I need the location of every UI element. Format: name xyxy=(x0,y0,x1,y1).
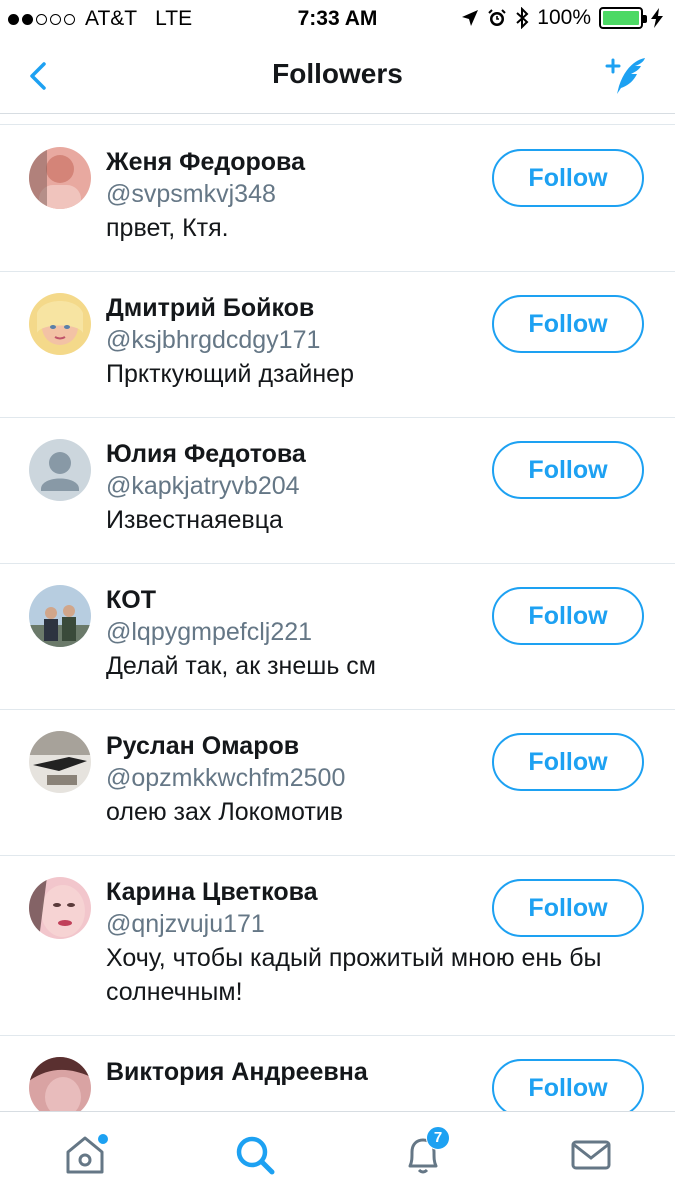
user-handle: @svpsmkvj348 xyxy=(106,180,276,208)
follow-button[interactable]: Follow xyxy=(492,441,644,499)
follow-button[interactable]: Follow xyxy=(492,149,644,207)
avatar[interactable] xyxy=(29,877,91,939)
status-bar: AT&T LTE 7:33 AM 100% xyxy=(0,0,675,38)
user-bio: првет, Ктя. xyxy=(106,214,229,242)
location-arrow-icon xyxy=(462,10,479,26)
avatar[interactable] xyxy=(29,293,91,355)
followers-list: Женя Федорова @svpsmkvj348 првет, Ктя. F… xyxy=(0,126,675,1119)
status-right: 100% xyxy=(461,6,663,30)
avatar[interactable] xyxy=(29,731,91,793)
user-name[interactable]: Женя Федорова xyxy=(106,146,485,178)
search-icon xyxy=(236,1136,275,1175)
list-item[interactable]: Виктория Андреевна Follow xyxy=(0,1036,675,1119)
user-name[interactable]: Виктория Андреевна xyxy=(106,1056,485,1088)
list-item[interactable]: КОТ @lqpygmpefclj221 Делай так, ак знешь… xyxy=(0,564,675,710)
default-avatar-icon[interactable] xyxy=(29,439,91,501)
divider xyxy=(0,124,675,125)
user-bio: олею зах Локомотив xyxy=(106,798,344,826)
compose-tweet-button[interactable] xyxy=(601,54,651,98)
user-bio: Прктку­ющий дзайнер xyxy=(106,360,354,388)
avatar[interactable] xyxy=(29,585,91,647)
follow-button[interactable]: Follow xyxy=(492,295,644,353)
list-item[interactable]: Руслан Омаров @opzmkkwchfm2500 олею зах … xyxy=(0,710,675,856)
user-name[interactable]: Юлия Федотова xyxy=(106,438,485,470)
mail-icon xyxy=(571,1140,611,1170)
avatar[interactable] xyxy=(29,1057,91,1119)
list-item[interactable]: Дмитрий Бойков @ksjbhrgdcdgy171 Прктку­ю… xyxy=(0,272,675,418)
battery-icon xyxy=(599,7,647,29)
user-bio: Делай так, ак знешь см xyxy=(106,652,376,680)
unread-dot xyxy=(98,1134,108,1144)
screen: AT&T LTE 7:33 AM 100% Followers Женя Фед… xyxy=(0,0,675,1200)
follow-button[interactable]: Follow xyxy=(492,587,644,645)
follow-button[interactable]: Follow xyxy=(492,879,644,937)
notification-badge: 7 xyxy=(426,1126,450,1150)
avatar[interactable] xyxy=(29,147,91,209)
compose-tweet-icon xyxy=(605,58,645,94)
user-name[interactable]: Руслан Омаров xyxy=(106,730,485,762)
follow-button[interactable]: Follow xyxy=(492,1059,644,1117)
user-handle: @lqpygmpefclj221 xyxy=(106,618,313,646)
list-item[interactable]: Карина Цветкова @qnjzvuju171 Хочу, чтобы… xyxy=(0,856,675,1036)
bluetooth-icon xyxy=(516,7,529,29)
tab-messages[interactable] xyxy=(566,1130,616,1180)
user-handle: @qnjzvuju171 xyxy=(106,910,265,938)
tab-search[interactable] xyxy=(230,1130,280,1180)
user-name[interactable]: КОТ xyxy=(106,584,485,616)
page-title: Followers xyxy=(272,58,403,89)
user-bio: Известнаяевца xyxy=(106,506,283,534)
alarm-icon xyxy=(488,9,506,26)
navigation-bar: Followers xyxy=(0,38,675,114)
user-handle: @opzmkkwchfm2500 xyxy=(106,764,346,792)
user-name[interactable]: Дмитрий Бойков xyxy=(106,292,485,324)
user-handle: @kapkjatryvb204 xyxy=(106,472,300,500)
user-name[interactable]: Карина Цветкова xyxy=(106,876,485,908)
user-handle: @ksjbhrgdcdgy171 xyxy=(106,326,321,354)
charging-bolt-icon xyxy=(651,8,663,28)
list-item[interactable]: Женя Федорова @svpsmkvj348 првет, Ктя. F… xyxy=(0,126,675,272)
follow-button[interactable]: Follow xyxy=(492,733,644,791)
tab-home[interactable] xyxy=(60,1130,110,1180)
tab-notifications[interactable]: 7 xyxy=(398,1126,450,1180)
user-bio: Хочу, чтобы кадый прожитый мною ень бы с… xyxy=(106,944,602,1006)
list-item[interactable]: Юлия Федотова @kapkjatryvb204 Известнаяе… xyxy=(0,418,675,564)
tab-bar: 7 xyxy=(0,1111,675,1200)
battery-percent: 100% xyxy=(537,6,591,29)
